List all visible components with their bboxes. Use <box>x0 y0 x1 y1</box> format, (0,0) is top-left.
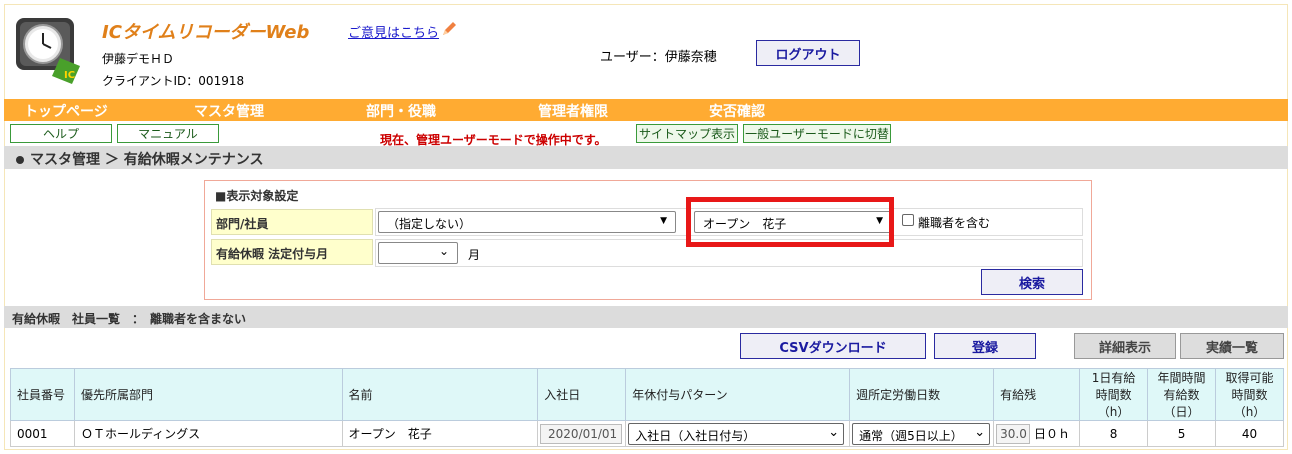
weekly-days-select-value: 通常（週5日以上） <box>859 428 963 443</box>
col-weekly-days: 週所定労働日数 <box>849 368 995 421</box>
pattern-select[interactable]: 入社日（入社日付与） ⌄ <box>628 422 845 445</box>
col-balance: 有給残 <box>993 368 1081 421</box>
col-available-hours: 取得可能時間数（h） <box>1214 368 1285 421</box>
register-button[interactable]: 登録 <box>934 333 1036 359</box>
balance-field[interactable]: 30.0 <box>996 423 1031 444</box>
filter-panel: ■表示対象設定 部門/社員 （指定しない） ▼ オープン 花子 ▼ 離職者を含む… <box>204 180 1092 300</box>
col-emp-no: 社員番号 <box>10 368 75 421</box>
search-button[interactable]: 検索 <box>981 269 1083 295</box>
hire-date-field: 2020/01/01 <box>540 423 623 444</box>
table-header-row: 社員番号 優先所属部門 名前 入社日 年休付与パターン 週所定労働日数 有給残 … <box>10 368 1285 421</box>
feedback-link[interactable]: ご意見はこちら <box>348 22 439 41</box>
month-select[interactable]: ⌄ <box>378 242 458 264</box>
balance-unit: 日０ｈ <box>1033 426 1070 441</box>
chevron-down-icon: ⌄ <box>828 424 840 440</box>
dept-label: 部門/社員 <box>211 209 373 235</box>
col-name: 名前 <box>341 368 539 421</box>
dept-select[interactable]: （指定しない） ▼ <box>378 211 676 233</box>
month-row: ⌄ 月 <box>375 239 1083 267</box>
col-annual-days: 年間時間有給数（日） <box>1147 368 1216 421</box>
cell-daily-hours: 8 <box>1079 420 1149 447</box>
breadcrumb-text: マスタ管理 ＞ 有給休暇メンテナンス <box>30 152 264 168</box>
employee-table: 社員番号 優先所属部門 名前 入社日 年休付与パターン 週所定労働日数 有給残 … <box>10 368 1285 447</box>
employee-select[interactable]: オープン 花子 ▼ <box>694 211 892 233</box>
dropdown-arrow-icon: ▼ <box>876 216 883 226</box>
detail-view-button[interactable]: 詳細表示 <box>1074 333 1176 359</box>
nav-top-page[interactable]: トップページ <box>24 101 108 121</box>
results-list-button[interactable]: 実績一覧 <box>1180 333 1284 359</box>
svg-text:IC: IC <box>64 70 75 81</box>
cell-available-hours: 40 <box>1214 420 1285 447</box>
col-hire-date: 入社日 <box>537 368 627 421</box>
nav-departments[interactable]: 部門・役職 <box>366 101 436 121</box>
weekly-days-select[interactable]: 通常（週5日以上） ⌄ <box>852 422 991 445</box>
month-label: 有給休暇 法定付与月 <box>211 239 373 265</box>
dept-row: （指定しない） ▼ オープン 花子 ▼ 離職者を含む <box>375 208 1083 236</box>
user-label: ユーザー：伊藤奈穂 <box>600 50 717 65</box>
main-nav: トップページ マスタ管理 部門・役職 管理者権限 安否確認 <box>4 99 1288 121</box>
cell-name: オープン 花子 <box>341 420 539 447</box>
company-name: 伊藤デモＨＤ <box>102 52 175 66</box>
dropdown-arrow-icon: ▼ <box>660 216 667 226</box>
col-dept: 優先所属部門 <box>73 368 343 421</box>
cell-annual-days: 5 <box>1147 420 1216 447</box>
csv-download-button[interactable]: CSVダウンロード <box>740 333 926 359</box>
pencil-icon <box>443 22 456 35</box>
client-id: クライアントID：001918 <box>102 74 245 88</box>
filter-title: ■表示対象設定 <box>215 189 299 203</box>
include-retired-checkbox[interactable] <box>902 214 914 226</box>
employee-select-value: オープン 花子 <box>703 217 787 231</box>
include-retired-label: 離職者を含む <box>918 216 991 230</box>
pattern-select-value: 入社日（入社日付与） <box>635 428 756 443</box>
sitemap-button[interactable]: サイトマップ表示 <box>636 124 738 143</box>
manual-button[interactable]: マニュアル <box>117 124 219 143</box>
col-pattern: 年休付与パターン <box>625 368 851 421</box>
month-unit: 月 <box>468 248 481 262</box>
app-title: ICタイムリコーダーWeb <box>102 22 310 43</box>
dept-select-value: （指定しない） <box>387 217 472 231</box>
nav-safety[interactable]: 安否確認 <box>709 101 765 121</box>
table-row: 0001 ＯＴホールディングス オープン 花子 2020/01/01 入社日（入… <box>10 420 1285 447</box>
cell-dept: ＯＴホールディングス <box>73 420 343 447</box>
chevron-down-icon: ⌄ <box>438 244 449 258</box>
bullet-icon <box>16 156 24 164</box>
col-daily-hours: 1日有給時間数（h） <box>1079 368 1149 421</box>
nav-master[interactable]: マスタ管理 <box>194 101 264 121</box>
logout-button[interactable]: ログアウト <box>756 40 860 66</box>
chevron-down-icon: ⌄ <box>974 424 986 440</box>
nav-admin-rights[interactable]: 管理者権限 <box>538 101 608 121</box>
breadcrumb: マスタ管理 ＞ 有給休暇メンテナンス <box>4 146 1288 169</box>
list-heading: 有給休暇 社員一覧 ： 離職者を含まない <box>4 306 1288 328</box>
cell-emp-no: 0001 <box>10 420 75 447</box>
help-button[interactable]: ヘルプ <box>10 124 112 143</box>
clock-logo-icon: IC <box>16 18 80 84</box>
general-mode-button[interactable]: 一般ユーザーモードに切替 <box>743 124 891 143</box>
